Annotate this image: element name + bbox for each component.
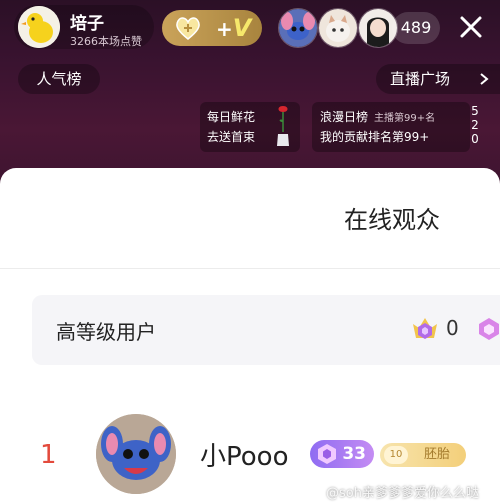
flower-card-title: 每日鲜花: [207, 110, 256, 124]
high-level-users-count: 0: [446, 316, 459, 340]
duck-avatar-icon: [18, 6, 60, 48]
audience-rank: 1: [40, 440, 57, 470]
side-number: 520: [471, 104, 479, 146]
fan-level-number: 10: [384, 446, 408, 464]
stitch-avatar-icon: [96, 414, 176, 494]
viewer-count[interactable]: 489: [392, 12, 440, 44]
plus-v-label: +V: [216, 14, 252, 42]
crown-gem-icon: [413, 318, 437, 339]
heart-icon: [176, 17, 200, 40]
plaza-label: 直播广场: [390, 70, 451, 88]
user-level-badge: 33: [310, 440, 374, 468]
host-avatar[interactable]: [18, 6, 60, 48]
my-contribution-rank: 我的贡献排名第99+: [320, 130, 430, 144]
flower-card-action: 去送首束: [207, 130, 256, 144]
cat-avatar-icon: [319, 9, 357, 47]
live-plaza-button[interactable]: 直播广场: [376, 64, 500, 94]
divider: [0, 268, 500, 269]
chevron-right-icon: [480, 73, 489, 85]
high-level-users-title: 高等级用户: [56, 320, 156, 344]
host-name: 培子: [70, 14, 104, 34]
level-gem-icon: [318, 444, 336, 464]
close-icon[interactable]: [456, 12, 486, 42]
audience-name: 小Pooo: [200, 442, 289, 472]
watermark: @soh亲爹爹爹爱你么么哒: [326, 486, 479, 501]
gem-icon: [479, 318, 499, 340]
audience-avatar[interactable]: [96, 414, 176, 494]
viewer-avatar[interactable]: [278, 8, 318, 48]
host-likes: 3266本场点赞: [70, 35, 142, 48]
panel-title: 在线观众: [344, 206, 440, 234]
popularity-rank-tab[interactable]: 人气榜: [18, 64, 100, 94]
daily-rank-title: 浪漫日榜 主播第99+名: [320, 110, 436, 124]
viewer-avatar[interactable]: [318, 8, 358, 48]
stitch-avatar-icon: [279, 9, 317, 47]
rose-vase-icon: [277, 106, 289, 146]
